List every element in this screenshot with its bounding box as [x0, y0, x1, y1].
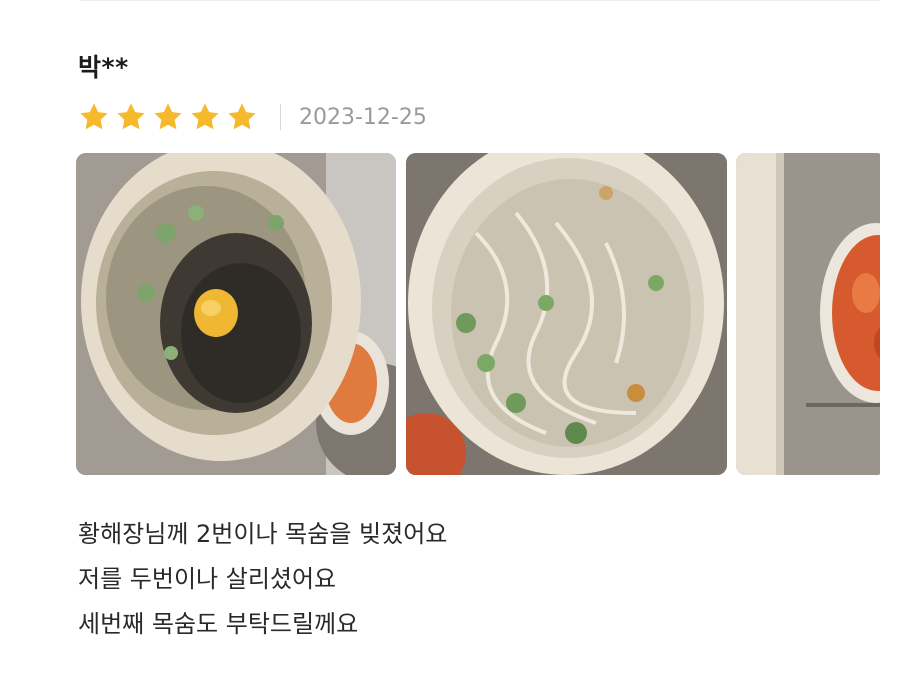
review-date: 2023-12-25 [299, 104, 427, 130]
review-photo-1[interactable] [76, 153, 396, 475]
reviewer-name: 박** [78, 53, 129, 82]
photo-strip [76, 153, 880, 475]
review-photo-3[interactable] [736, 153, 880, 475]
star-icon [226, 101, 258, 133]
food-photo-rice-soup-with-egg-icon [76, 153, 396, 475]
review-text: 황해장님께 2번이나 목숨을 빚졌어요 저를 두번이나 살리셨어요 세번째 목숨… [78, 512, 447, 647]
star-icon [115, 101, 147, 133]
review-text-line: 세번째 목숨도 부탁드릴께요 [78, 610, 359, 638]
review-photo-2[interactable] [406, 153, 727, 475]
review-text-line: 저를 두번이나 살리셨어요 [78, 565, 337, 593]
separator-line [80, 0, 880, 1]
review-card: 박** 2023-12-25 황해장님께 2번이나 목숨을 빚졌어요 저를 두번… [0, 0, 900, 691]
star-icon [189, 101, 221, 133]
review-meta: 2023-12-25 [78, 100, 427, 134]
food-photo-noodle-soup-icon [406, 153, 727, 475]
review-text-line: 황해장님께 2번이나 목숨을 빚졌어요 [78, 520, 448, 548]
star-icon [152, 101, 184, 133]
star-icon [78, 101, 110, 133]
meta-divider [280, 104, 281, 130]
star-rating [78, 101, 258, 133]
food-photo-kimchi-icon [736, 153, 880, 475]
